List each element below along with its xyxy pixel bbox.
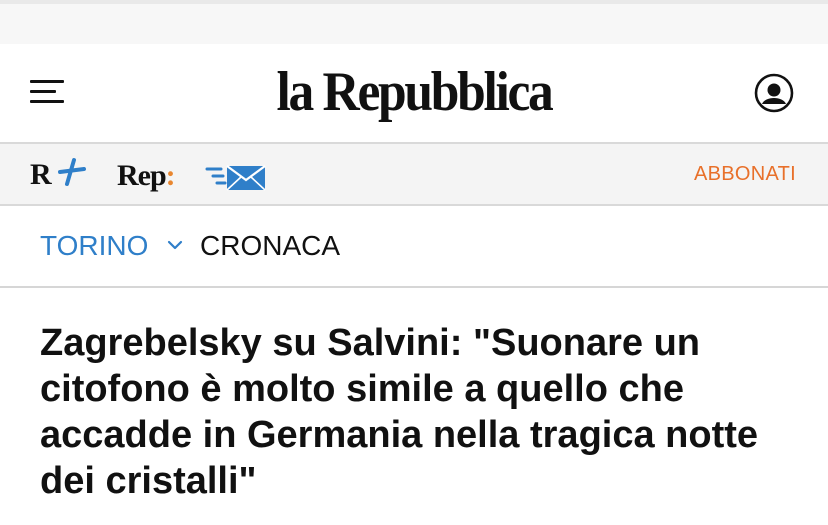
user-account-icon[interactable] <box>754 73 794 113</box>
subscribe-button[interactable]: ABBONATI <box>694 162 796 186</box>
breadcrumb: TORINO CRONACA <box>0 206 828 288</box>
svg-text:R: R <box>30 158 52 191</box>
envelope-icon[interactable] <box>205 164 267 192</box>
site-logo[interactable]: la Repubblica <box>33 62 795 122</box>
rep-logo-colon: : <box>165 159 176 192</box>
browser-top-strip <box>0 0 828 44</box>
breadcrumb-city-link[interactable]: TORINO <box>40 228 148 264</box>
article-headline: Zagrebelsky su Salvini: "Suonare un cito… <box>40 322 759 502</box>
breadcrumb-section[interactable]: CRONACA <box>200 228 340 264</box>
site-header: la Repubblica <box>0 44 828 144</box>
rep-logo-text: Rep <box>117 159 167 192</box>
rep-logo[interactable]: Rep: <box>117 156 176 196</box>
chevron-down-icon[interactable] <box>166 238 184 252</box>
secondary-nav: R Rep: ABBONATI <box>0 144 828 206</box>
rplus-logo[interactable]: R <box>30 156 88 192</box>
